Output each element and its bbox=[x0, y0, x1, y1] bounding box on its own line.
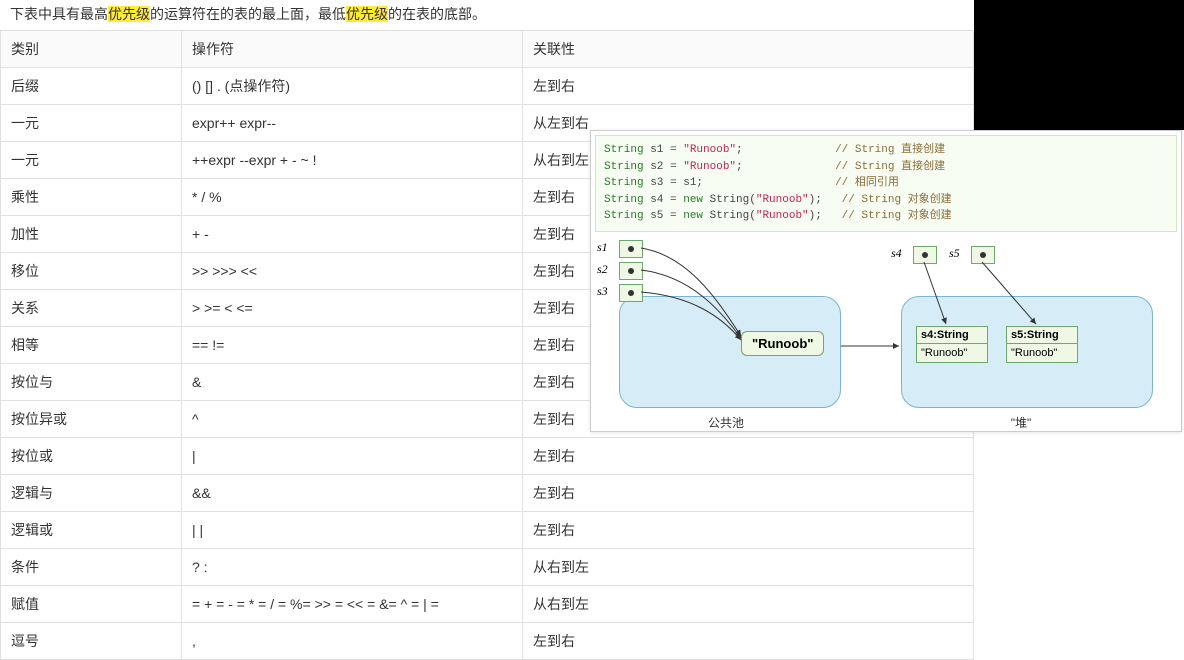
table-cell: | bbox=[182, 438, 523, 475]
table-row: 赋值= + = - = * = / = %= >> = << = &= ^ = … bbox=[1, 586, 974, 623]
header-operators: 操作符 bbox=[182, 31, 523, 68]
reference-dot-icon bbox=[628, 268, 634, 274]
table-cell: && bbox=[182, 475, 523, 512]
variable-label-s5: s5 bbox=[949, 246, 960, 261]
table-cell: 从右到左 bbox=[523, 549, 974, 586]
table-cell: 一元 bbox=[1, 142, 182, 179]
reference-dot-icon bbox=[628, 246, 634, 252]
table-cell: 乘性 bbox=[1, 179, 182, 216]
table-cell: 左到右 bbox=[523, 475, 974, 512]
table-cell: 一元 bbox=[1, 105, 182, 142]
table-cell: > >= < <= bbox=[182, 290, 523, 327]
variable-box-s4 bbox=[913, 246, 937, 264]
table-cell: 按位异或 bbox=[1, 401, 182, 438]
table-cell: 左到右 bbox=[523, 68, 974, 105]
code-example-block: String s1 = "Runoob"; // String 直接创建 Str… bbox=[595, 135, 1177, 232]
table-cell: | | bbox=[182, 512, 523, 549]
table-cell: expr++ expr-- bbox=[182, 105, 523, 142]
table-cell: 左到右 bbox=[523, 438, 974, 475]
header-associativity: 关联性 bbox=[523, 31, 974, 68]
variable-box-s3 bbox=[619, 284, 643, 302]
table-cell: 移位 bbox=[1, 253, 182, 290]
highlighted-text: 优先级 bbox=[346, 6, 388, 22]
table-cell: 条件 bbox=[1, 549, 182, 586]
intro-text: 下表中具有最高优先级的运算符在的表的最上面，最低优先级的在表的底部。 bbox=[0, 0, 974, 30]
table-cell: () [] . (点操作符) bbox=[182, 68, 523, 105]
variable-label-s4: s4 bbox=[891, 246, 902, 261]
table-cell: ^ bbox=[182, 401, 523, 438]
table-cell: == != bbox=[182, 327, 523, 364]
memory-diagram: 公共池 "堆" "Runoob" s4:String "Runoob" s5:S… bbox=[591, 236, 1181, 431]
table-cell: = + = - = * = / = %= >> = << = &= ^ = | … bbox=[182, 586, 523, 623]
table-cell: 后缀 bbox=[1, 68, 182, 105]
table-cell: ? : bbox=[182, 549, 523, 586]
table-cell: & bbox=[182, 364, 523, 401]
table-cell: + - bbox=[182, 216, 523, 253]
table-row: 逗号,左到右 bbox=[1, 623, 974, 660]
table-cell: 左到右 bbox=[523, 512, 974, 549]
heap-label: "堆" bbox=[991, 414, 1051, 431]
table-header-row: 类别 操作符 关联性 bbox=[1, 31, 974, 68]
heap-object-header: s4:String bbox=[917, 327, 987, 344]
pooled-string-object: "Runoob" bbox=[741, 331, 824, 356]
intro-text-part: 的运算符在的表的最上面，最低 bbox=[150, 6, 346, 22]
string-memory-diagram-overlay: String s1 = "Runoob"; // String 直接创建 Str… bbox=[590, 130, 1182, 432]
table-cell: 逻辑或 bbox=[1, 512, 182, 549]
intro-text-part: 下表中具有最高 bbox=[10, 6, 108, 22]
table-cell: 从右到左 bbox=[523, 586, 974, 623]
table-cell: 加性 bbox=[1, 216, 182, 253]
highlighted-text: 优先级 bbox=[108, 6, 150, 22]
table-cell: , bbox=[182, 623, 523, 660]
table-cell: 左到右 bbox=[523, 623, 974, 660]
reference-dot-icon bbox=[980, 252, 986, 258]
table-cell: 逻辑与 bbox=[1, 475, 182, 512]
variable-box-s1 bbox=[619, 240, 643, 258]
table-cell: 逗号 bbox=[1, 623, 182, 660]
table-row: 后缀() [] . (点操作符)左到右 bbox=[1, 68, 974, 105]
table-row: 条件? :从右到左 bbox=[1, 549, 974, 586]
heap-object-value: "Runoob" bbox=[917, 344, 987, 362]
table-cell: >> >>> << bbox=[182, 253, 523, 290]
variable-label-s3: s3 bbox=[597, 284, 608, 299]
reference-dot-icon bbox=[922, 252, 928, 258]
variable-label-s2: s2 bbox=[597, 262, 608, 277]
table-cell: * / % bbox=[182, 179, 523, 216]
header-category: 类别 bbox=[1, 31, 182, 68]
variable-label-s1: s1 bbox=[597, 240, 608, 255]
heap-object-value: "Runoob" bbox=[1007, 344, 1077, 362]
table-cell: 按位或 bbox=[1, 438, 182, 475]
table-cell: 赋值 bbox=[1, 586, 182, 623]
table-cell: ++expr --expr + - ~ ! bbox=[182, 142, 523, 179]
table-cell: 关系 bbox=[1, 290, 182, 327]
string-pool-label: 公共池 bbox=[696, 414, 756, 431]
heap-object-header: s5:String bbox=[1007, 327, 1077, 344]
table-row: 逻辑与&&左到右 bbox=[1, 475, 974, 512]
reference-dot-icon bbox=[628, 290, 634, 296]
heap-object-s5: s5:String "Runoob" bbox=[1006, 326, 1078, 363]
intro-text-part: 的在表的底部。 bbox=[388, 6, 486, 22]
heap-object-s4: s4:String "Runoob" bbox=[916, 326, 988, 363]
variable-box-s2 bbox=[619, 262, 643, 280]
table-cell: 相等 bbox=[1, 327, 182, 364]
table-row: 按位或|左到右 bbox=[1, 438, 974, 475]
table-cell: 按位与 bbox=[1, 364, 182, 401]
black-background-strip bbox=[974, 0, 1184, 130]
variable-box-s5 bbox=[971, 246, 995, 264]
table-row: 逻辑或| |左到右 bbox=[1, 512, 974, 549]
